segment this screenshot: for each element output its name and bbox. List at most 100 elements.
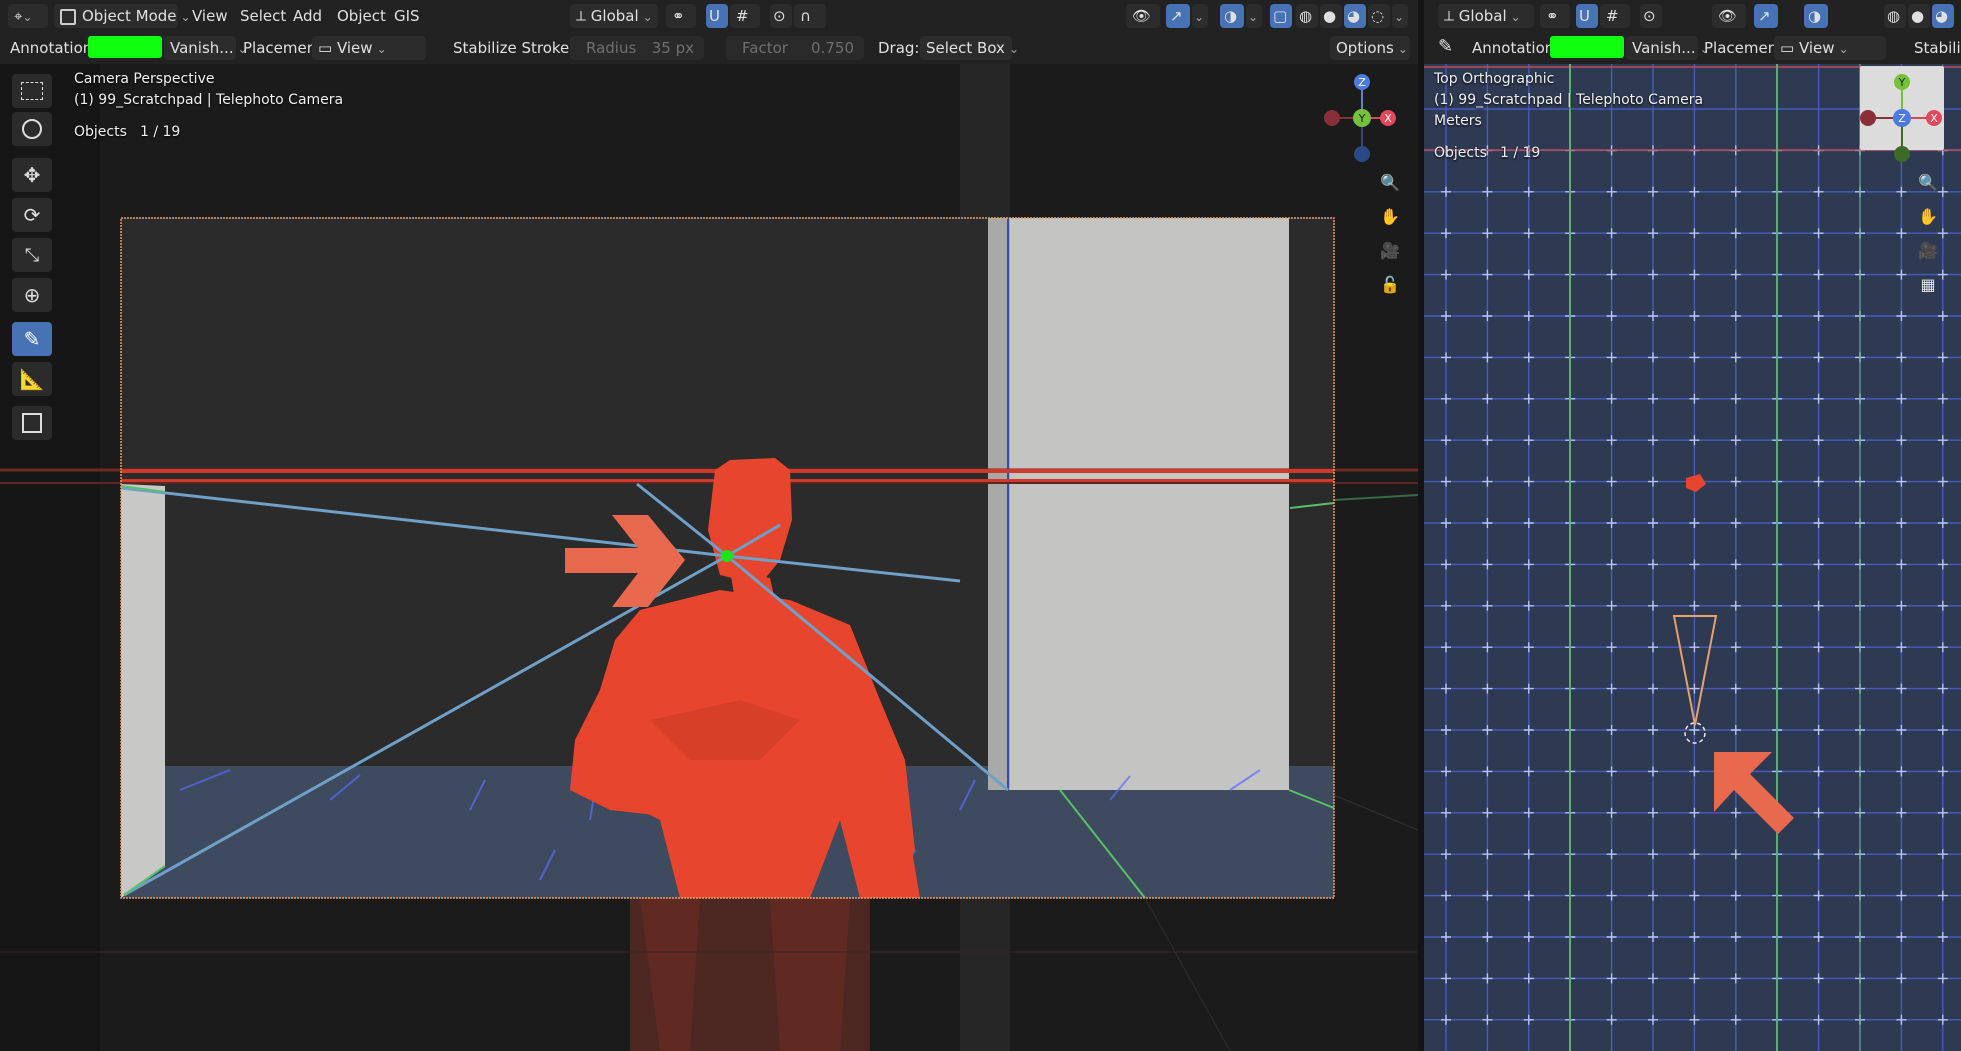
right-objects-label: Objects: [1434, 145, 1487, 161]
tool-add-cube[interactable]: [12, 406, 52, 440]
menu-add[interactable]: Add: [293, 4, 322, 28]
falloff-dropdown[interactable]: ∩: [794, 4, 826, 28]
snap-toggle[interactable]: U: [706, 4, 728, 28]
gizmo-toggle[interactable]: ↗: [1166, 4, 1190, 28]
visibility-dropdown[interactable]: 👁: [1126, 4, 1160, 28]
tool-scale[interactable]: ⤡: [12, 238, 52, 272]
right-stabilize-label: Stabiliz: [1914, 39, 1961, 57]
menu-object[interactable]: Object: [337, 4, 386, 28]
overlay-toggle[interactable]: ◑: [1220, 4, 1244, 28]
orientation-icon: ⟂: [1444, 7, 1459, 25]
proportional-icon: ⊙: [1643, 7, 1656, 25]
tool-cursor[interactable]: [12, 112, 52, 146]
camera-icon: 🎥: [1380, 240, 1400, 260]
overlay-icon: ◑: [1808, 7, 1822, 25]
shading-material[interactable]: ◕: [1344, 4, 1366, 28]
nav-lock[interactable]: 🔓: [1376, 270, 1404, 298]
overlay-dropdown[interactable]: ⌄: [1246, 4, 1262, 28]
magnet-icon: U: [1579, 7, 1590, 25]
tool-annotate[interactable]: ✎: [12, 322, 52, 356]
right-snap-target[interactable]: #: [1600, 4, 1630, 28]
monitor-icon: ▭: [318, 39, 337, 57]
monitor-icon: ▭: [1780, 39, 1799, 57]
right-placement-dropdown[interactable]: ▭ View: [1774, 36, 1886, 60]
eye-icon: 👁: [1132, 7, 1152, 25]
svg-text:Z: Z: [1358, 76, 1366, 89]
vanishing-point: [721, 550, 733, 562]
right-annotation-label: Annotation:: [1472, 39, 1560, 57]
shading-rendered[interactable]: ◌: [1368, 4, 1390, 28]
drag-dropdown[interactable]: Select Box: [920, 36, 1012, 60]
right-shading-wireframe[interactable]: ◍: [1884, 4, 1906, 28]
snap-target-dropdown[interactable]: #: [730, 4, 760, 28]
tool-measure[interactable]: 📐: [12, 362, 52, 396]
pivot-dropdown[interactable]: ⚭: [666, 4, 696, 28]
right-proportional-toggle[interactable]: ⊙: [1640, 4, 1662, 28]
tool-transform[interactable]: ⊕: [12, 278, 52, 312]
right-shading-solid[interactable]: ●: [1908, 4, 1930, 28]
gizmo-icon: ↗: [1758, 7, 1771, 25]
right-snap-toggle[interactable]: U: [1576, 4, 1598, 28]
orientation-icon: ⟂: [576, 7, 591, 25]
right-nav-grid[interactable]: ▦: [1914, 270, 1942, 298]
placement-dropdown[interactable]: ▭ View: [312, 36, 426, 60]
top-ortho-scene[interactable]: [1424, 64, 1961, 1051]
menu-view[interactable]: View: [192, 4, 228, 28]
mode-dropdown[interactable]: Object Mode: [54, 4, 178, 28]
xray-toggle[interactable]: ▢: [1270, 4, 1292, 28]
right-gizmo-toggle[interactable]: ↗: [1754, 4, 1778, 28]
options-dropdown[interactable]: Options: [1330, 36, 1410, 60]
objects-label: Objects: [74, 124, 127, 140]
radius-field[interactable]: Radius 35 px: [570, 36, 704, 60]
right-navigation-gizmo[interactable]: Y X Z: [1860, 66, 1960, 166]
annotate-tool-icon: ✎: [1438, 36, 1454, 57]
annotation-color-swatch[interactable]: [88, 36, 162, 58]
right-nav-camera[interactable]: 🎥: [1914, 236, 1942, 264]
nav-camera[interactable]: 🎥: [1376, 236, 1404, 264]
shading-dropdown[interactable]: ⌄: [1392, 4, 1408, 28]
wireframe-sphere-icon: ◍: [1887, 7, 1901, 25]
viewport-header: ⌖⌄ Object Mode View Select Add Object GI…: [0, 0, 1418, 33]
nav-pan[interactable]: ✋: [1376, 202, 1404, 230]
right-annotation-color-swatch[interactable]: [1550, 36, 1624, 58]
right-nav-pan[interactable]: ✋: [1914, 202, 1942, 230]
navigation-gizmo[interactable]: Z X Y: [1316, 72, 1396, 164]
right-orientation-dropdown[interactable]: ⟂ Global: [1438, 4, 1534, 28]
scale-icon: ⤡: [24, 244, 40, 266]
right-pivot-dropdown[interactable]: ⚭: [1540, 4, 1570, 28]
right-overlay-toggle[interactable]: ◑: [1804, 4, 1828, 28]
objects-count: 1 / 19: [140, 124, 181, 140]
svg-text:Y: Y: [1898, 76, 1906, 89]
right-nav-zoom[interactable]: 🔍: [1914, 168, 1942, 196]
drag-label: Drag:: [878, 39, 920, 57]
link-icon: ⚭: [1546, 7, 1559, 25]
tool-select-box[interactable]: [12, 74, 52, 108]
solid-sphere-icon: ●: [1323, 7, 1337, 25]
tool-move[interactable]: ✥: [12, 158, 52, 192]
editor-type-button[interactable]: ⌖⌄: [8, 4, 48, 28]
right-annotation-mode-dropdown[interactable]: Vanish...: [1626, 36, 1698, 60]
factor-field[interactable]: Factor 0.750: [726, 36, 864, 60]
gizmo-dropdown[interactable]: ⌄: [1192, 4, 1208, 28]
shading-solid[interactable]: ●: [1320, 4, 1342, 28]
nav-zoom[interactable]: 🔍: [1376, 168, 1404, 196]
right-wall: [1008, 218, 1289, 790]
right-shading-material[interactable]: ◕: [1932, 4, 1954, 28]
menu-gis[interactable]: GIS: [394, 4, 420, 28]
camera-scene[interactable]: [0, 64, 1418, 1051]
right-viewport[interactable]: ⟂ Global ⚭ U # ⊙ 👁 ↗ ◑ ◍ ● ◕ ✎ Annotatio…: [1424, 0, 1961, 1051]
proportional-edit-toggle[interactable]: ⊙: [770, 4, 792, 28]
annotation-mode-dropdown[interactable]: Vanish...: [164, 36, 236, 60]
xray-icon: ▢: [1273, 7, 1288, 25]
tool-rotate[interactable]: ⟳: [12, 198, 52, 232]
orientation-dropdown[interactable]: ⟂ Global: [570, 4, 658, 28]
shading-wireframe[interactable]: ◍: [1296, 4, 1318, 28]
wireframe-sphere-icon: ◍: [1299, 7, 1313, 25]
menu-select[interactable]: Select: [240, 4, 286, 28]
camera-icon: 🎥: [1918, 240, 1938, 260]
right-visibility-dropdown[interactable]: 👁: [1712, 4, 1746, 28]
proportional-icon: ⊙: [773, 7, 786, 25]
scene-info: (1) 99_Scratchpad | Telephoto Camera: [74, 92, 344, 108]
left-viewport[interactable]: ⌖⌄ Object Mode View Select Add Object GI…: [0, 0, 1418, 1051]
view-name: Camera Perspective: [74, 71, 215, 87]
